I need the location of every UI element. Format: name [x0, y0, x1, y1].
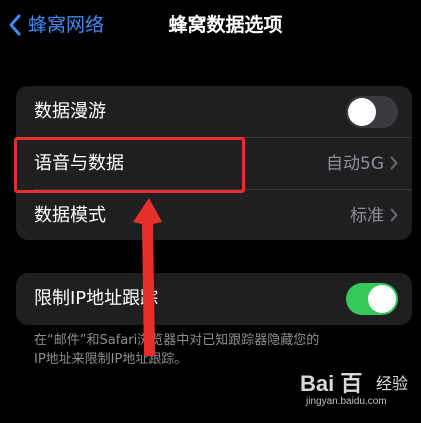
watermark-url: jingyan.baidu.com — [306, 396, 387, 407]
red-arrow-annotation — [133, 198, 162, 356]
baidu-logo: Bai 百 — [300, 371, 363, 396]
baidu-jingyan-watermark: Bai 百 经验 jingyan.baidu.com — [300, 366, 415, 416]
jingyan-label: 经验 — [376, 374, 409, 393]
